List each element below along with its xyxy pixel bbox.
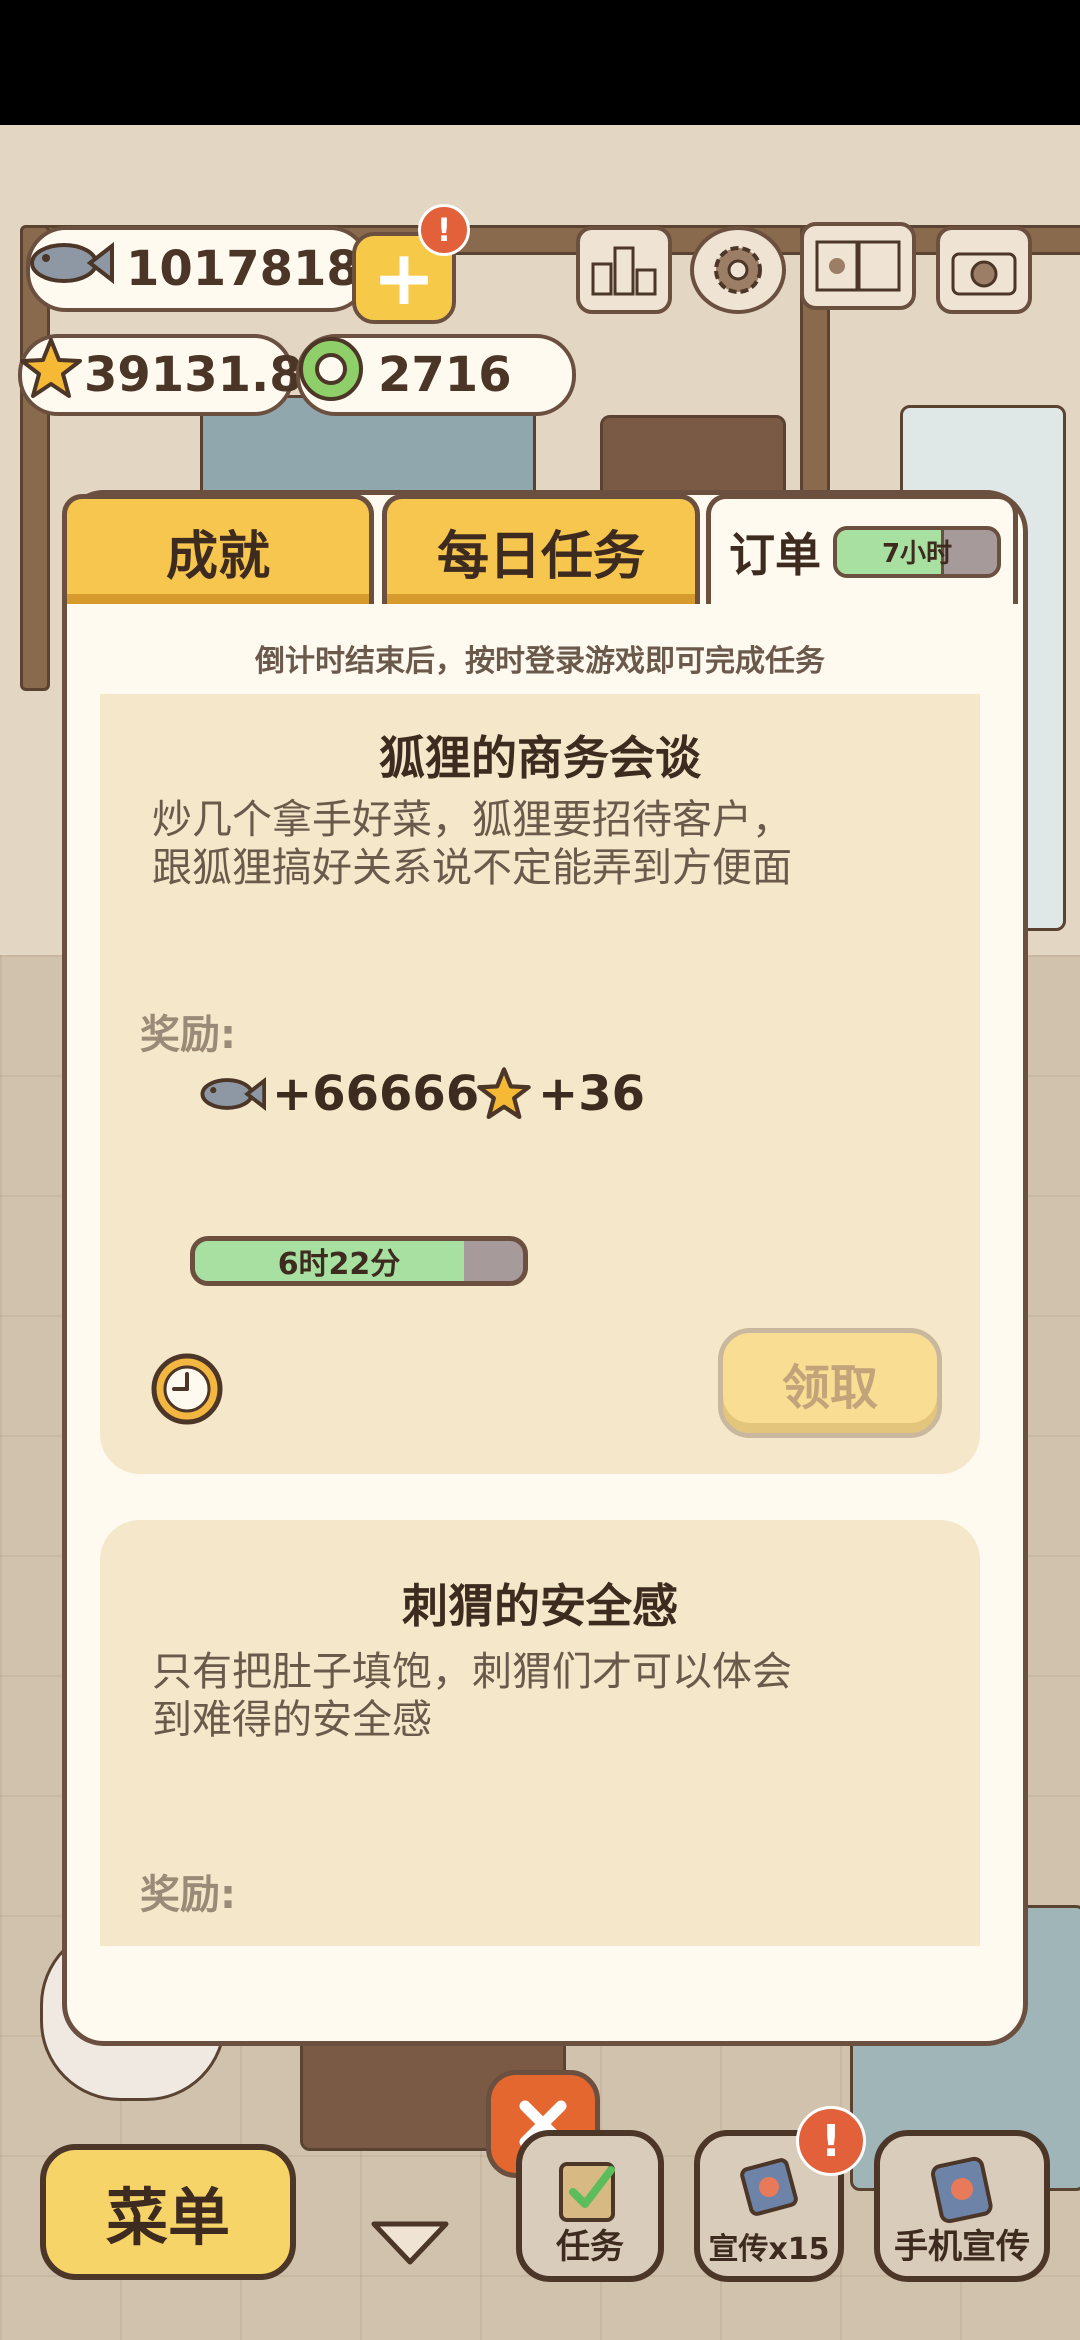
fish-icon [24,228,114,310]
status-bar [0,0,1080,125]
task-button[interactable]: 任务 [516,2130,664,2282]
order-description-line1: 只有把肚子填饱，刺猬们才可以体会 [152,1649,792,1695]
order-refresh-timer: 7小时 [833,525,1001,578]
order-description-line2: 跟狐狸搞好关系说不定能弄到方便面 [152,845,792,891]
reward-label: 奖励: [140,1012,236,1058]
reward-label: 奖励: [140,1872,236,1918]
clock-icon [151,1353,223,1425]
menu-button-label: 菜单 [105,2181,230,2254]
order-card: 刺猬的安全感 只有把肚子填饱，刺猬们才可以体会 到难得的安全感 奖励: [100,1520,980,1946]
alert-badge-text: ! [820,2115,842,2167]
menu-button[interactable]: 菜单 [40,2144,296,2280]
tab-daily-tasks-label: 每日任务 [436,527,645,587]
order-countdown-text: 6时22分 [277,1247,401,1282]
promote-button-label: 宣传x15 [708,2232,830,2267]
star-currency-value: 39131.8 [84,347,303,403]
token-currency-value: 2716 [378,347,512,403]
ranking-icon[interactable] [576,226,672,314]
chevron-down-icon[interactable] [368,2218,452,2268]
phone-flyer-icon [931,2156,993,2224]
order-description-line1: 炒几个拿手好菜，狐狸要招待客户， [152,797,792,843]
reward-star: +36 [476,1066,645,1122]
promote-alert-badge: ! [796,2106,866,2176]
alert-badge-text: ! [436,211,452,249]
recipe-book-icon[interactable] [800,222,916,310]
task-button-label: 任务 [556,2227,624,2267]
token-currency-pill: 2716 [296,334,576,416]
tab-orders[interactable]: 订单 7小时 [706,494,1018,604]
reward-fish: +66666 [196,1066,479,1122]
tab-orders-label: 订单 [729,527,821,582]
order-title: 狐狸的商务会谈 [379,731,701,785]
tab-achievements[interactable]: 成就 [62,494,374,604]
star-icon [477,1067,531,1120]
order-list[interactable]: 狐狸的商务会谈 炒几个拿手好菜，狐狸要招待客户， 跟狐狸搞好关系说不定能弄到方便… [100,694,980,1946]
plus-icon: + [372,233,436,322]
camera-icon[interactable] [936,226,1032,314]
phone-promote-button-label: 手机宣传 [894,2227,1030,2267]
settings-gear-icon[interactable] [690,226,786,314]
star-currency-pill: 39131.8 [18,334,303,416]
tab-achievements-label: 成就 [165,527,270,587]
phone-promote-button[interactable]: 手机宣传 [874,2130,1050,2282]
order-title: 刺猬的安全感 [402,1579,678,1633]
reward-fish-value: +66666 [272,1066,480,1122]
claim-button[interactable]: 领取 [718,1328,942,1438]
fish-currency-pill: 10178181 [24,226,393,312]
token-icon [296,334,366,416]
star-icon [18,336,84,414]
order-hint-text: 倒计时结束后，按时登录游戏即可完成任务 [255,644,825,679]
tab-daily-tasks[interactable]: 每日任务 [382,494,700,604]
reward-star-value: +36 [538,1066,646,1122]
alert-badge: ! [418,204,470,256]
claim-button-label: 领取 [781,1360,878,1416]
order-refresh-timer-text: 7小时 [881,539,953,569]
flyer-icon [740,2158,798,2216]
order-countdown-bar: 6时22分 [190,1236,528,1286]
order-description-line2: 到难得的安全感 [152,1697,432,1743]
fish-icon [200,1077,266,1111]
checklist-icon [559,2162,615,2222]
